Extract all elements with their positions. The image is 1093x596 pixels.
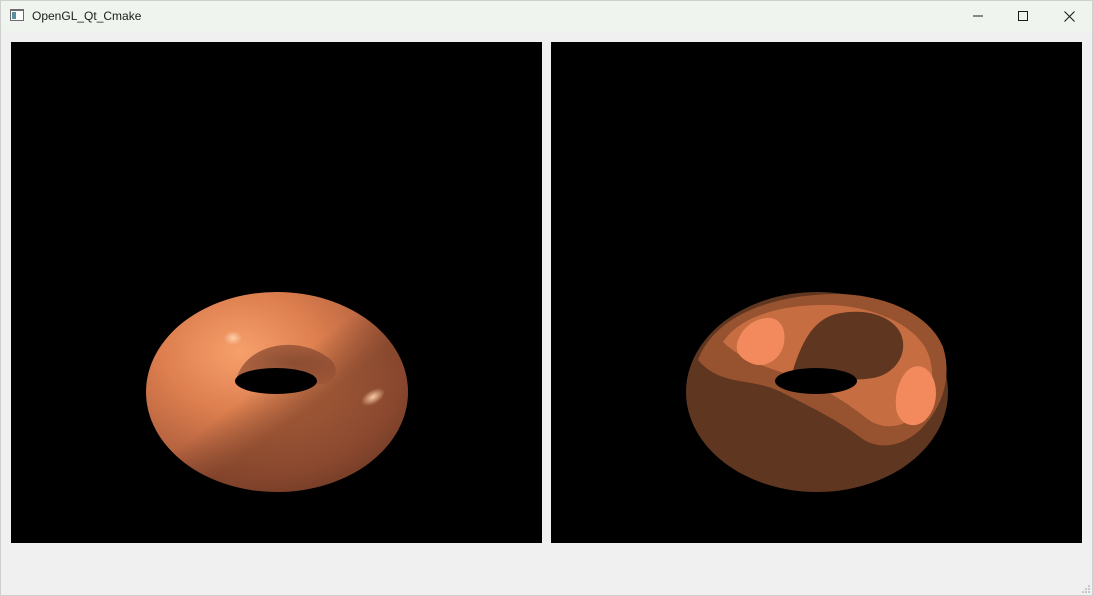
app-window-icon bbox=[10, 9, 24, 21]
close-button[interactable] bbox=[1046, 1, 1092, 31]
window-title: OpenGL_Qt_Cmake bbox=[32, 9, 142, 23]
smooth-shaded-torus-view[interactable] bbox=[11, 42, 542, 543]
minimize-icon bbox=[973, 15, 983, 17]
maximize-icon bbox=[1018, 11, 1028, 21]
torus-smooth bbox=[146, 292, 408, 492]
maximize-button[interactable] bbox=[1000, 1, 1046, 31]
minimize-button[interactable] bbox=[955, 1, 1001, 31]
toon-shaded-torus-view[interactable] bbox=[551, 42, 1082, 543]
app-window: OpenGL_Qt_Cmake bbox=[0, 0, 1093, 596]
title-bar[interactable]: OpenGL_Qt_Cmake bbox=[1, 1, 1092, 31]
torus-toon bbox=[686, 292, 948, 492]
size-grip-icon[interactable] bbox=[1081, 584, 1090, 593]
close-icon bbox=[1063, 10, 1075, 22]
